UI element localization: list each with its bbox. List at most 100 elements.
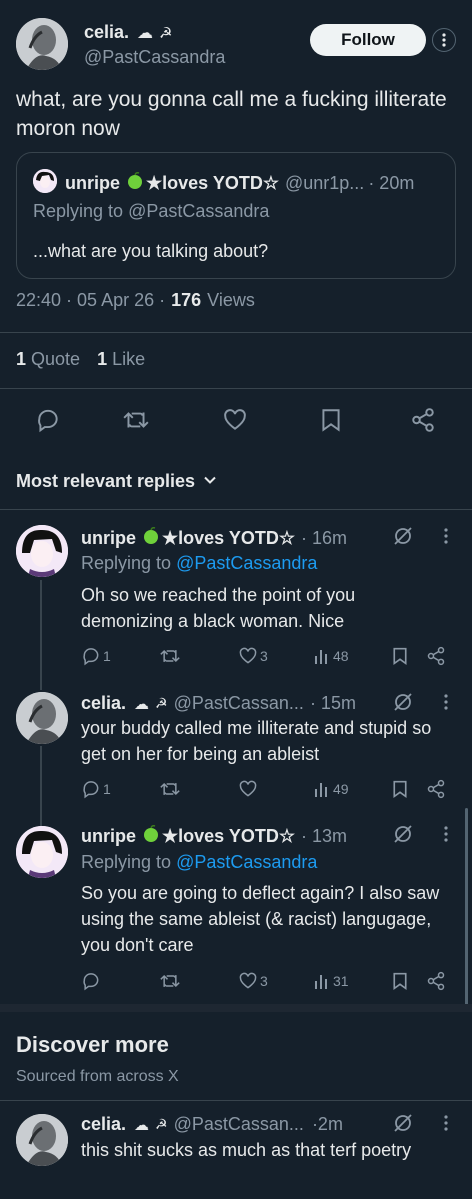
divider — [0, 332, 472, 333]
reply-action-bar: 1 49 — [81, 779, 456, 801]
quotes-label[interactable]: Quote — [31, 349, 80, 370]
reply-action-bar: 3 31 — [81, 971, 456, 993]
replying-prefix: Replying to — [33, 201, 124, 221]
more-options-icon[interactable] — [436, 526, 456, 546]
reply-author-handle[interactable]: @PastCassan... — [174, 693, 304, 714]
discover-author-handle[interactable]: @PastCassan... — [174, 1114, 304, 1135]
reply-text: your buddy called me illiterate and stup… — [81, 718, 432, 764]
reply-button[interactable]: 1 — [81, 646, 111, 666]
reply-button[interactable] — [81, 971, 103, 991]
post-timestamp[interactable]: 22:40 · 05 Apr 26 · — [16, 290, 165, 311]
hammer-sickle-icon: ☭ — [155, 1116, 168, 1132]
more-options-icon[interactable] — [436, 692, 456, 712]
bookmark-icon[interactable] — [391, 779, 409, 799]
section-divider — [0, 1004, 472, 1012]
likes-label[interactable]: Like — [112, 349, 145, 370]
more-options-icon[interactable] — [432, 28, 456, 52]
quote-header: unripe ★loves YOTD☆ @unr1p... · 20m — [65, 172, 414, 195]
like-button[interactable]: 3 — [238, 646, 268, 666]
share-icon[interactable] — [426, 971, 446, 991]
avatar[interactable] — [16, 826, 68, 878]
retweet-button[interactable] — [159, 646, 183, 666]
green-apple-icon — [142, 527, 160, 550]
bookmark-icon[interactable] — [319, 407, 343, 433]
discover-author-name[interactable]: celia. — [81, 1114, 126, 1135]
reply-header: unripe ★loves YOTD☆ · 16m — [81, 527, 347, 550]
replies-sort-selector[interactable]: Most relevant replies — [16, 471, 217, 492]
quote-time: · 20m — [368, 173, 415, 193]
divider — [0, 509, 472, 510]
reply-time: · 13m — [301, 826, 348, 846]
scrollbar[interactable] — [465, 808, 468, 1008]
likes-count[interactable]: 1 — [97, 349, 107, 370]
avatar[interactable] — [16, 692, 68, 744]
share-icon[interactable] — [426, 646, 446, 666]
replying-handle-link[interactable]: @PastCassandra — [176, 553, 317, 573]
author-display-name[interactable]: celia. — [84, 22, 129, 43]
bookmark-icon[interactable] — [391, 971, 409, 991]
replying-handle-link[interactable]: @PastCassandra — [176, 852, 317, 872]
reply-text: Oh so we reached the point of you demoni… — [81, 585, 356, 631]
replying-handle: @PastCassandra — [128, 201, 270, 221]
reply-author-name[interactable]: unripe — [81, 528, 136, 549]
cloud-icon: ☁ — [134, 695, 150, 713]
discover-title: Discover more — [16, 1032, 169, 1057]
like-button[interactable] — [238, 779, 260, 799]
avatar[interactable] — [16, 18, 68, 70]
views-button[interactable]: 48 — [313, 646, 349, 666]
discover-post-text: this shit sucks as much as that terf poe… — [81, 1140, 412, 1160]
reply-header: unripe ★loves YOTD☆ · 13m — [81, 825, 347, 848]
quote-replying-to: Replying to @PastCassandra — [33, 201, 269, 222]
discover-post-header: celia. ☁ ☭ @PastCassan... ·2m — [81, 1114, 343, 1135]
author-handle[interactable]: @PastCassandra — [84, 47, 225, 68]
analytics-icon — [315, 783, 327, 797]
view-count: 31 — [333, 973, 349, 989]
reply-button[interactable]: 1 — [81, 779, 111, 799]
follow-button[interactable]: Follow — [310, 24, 426, 56]
post-text: what, are you gonna call me a fucking il… — [16, 88, 447, 140]
views-button[interactable]: 31 — [313, 971, 349, 991]
discover-post-time: ·2m — [311, 1114, 343, 1134]
analytics-icon — [315, 650, 327, 664]
like-count: 3 — [260, 973, 268, 989]
quote-avatar — [33, 169, 57, 193]
quoted-post[interactable]: unripe ★loves YOTD☆ @unr1p... · 20m Repl… — [16, 152, 456, 279]
retweet-button[interactable] — [159, 971, 183, 991]
heart-icon[interactable] — [222, 407, 248, 433]
divider — [0, 388, 472, 389]
reply-author-suffix: ★loves YOTD☆ — [162, 528, 295, 548]
reply-icon[interactable] — [35, 407, 61, 433]
avatar[interactable] — [16, 1114, 68, 1166]
retweet-icon — [160, 649, 180, 663]
grok-icon[interactable] — [392, 691, 414, 713]
avatar[interactable] — [16, 525, 68, 577]
more-options-icon[interactable] — [436, 1113, 456, 1133]
hammer-sickle-icon: ☭ — [159, 24, 173, 42]
more-options-icon[interactable] — [436, 824, 456, 844]
reply-author-name[interactable]: unripe — [81, 826, 136, 847]
reply-author-suffix: ★loves YOTD☆ — [162, 826, 295, 846]
views-button[interactable]: 49 — [313, 779, 349, 799]
grok-icon[interactable] — [392, 1112, 414, 1134]
author-name-row: celia. ☁ ☭ — [84, 22, 173, 43]
retweet-icon[interactable] — [122, 407, 150, 433]
reply-icon — [83, 648, 99, 666]
reply-author-name[interactable]: celia. — [81, 693, 126, 714]
view-count: 48 — [333, 648, 349, 664]
views-count: 176 — [171, 290, 202, 310]
bookmark-icon[interactable] — [391, 646, 409, 666]
grok-icon[interactable] — [392, 823, 414, 845]
like-button[interactable]: 3 — [238, 971, 268, 991]
retweet-button[interactable] — [159, 779, 183, 799]
heart-icon — [239, 780, 257, 797]
retweet-icon — [160, 782, 180, 796]
thread-line — [40, 580, 42, 690]
share-icon[interactable] — [410, 407, 436, 433]
quotes-count[interactable]: 1 — [16, 349, 26, 370]
cloud-icon: ☁ — [137, 24, 154, 42]
reply-action-bar: 1 3 48 — [81, 646, 456, 668]
discover-subtitle: Sourced from across X — [16, 1068, 179, 1085]
share-icon[interactable] — [426, 779, 446, 799]
reply-count: 1 — [103, 648, 111, 664]
grok-icon[interactable] — [392, 525, 414, 547]
